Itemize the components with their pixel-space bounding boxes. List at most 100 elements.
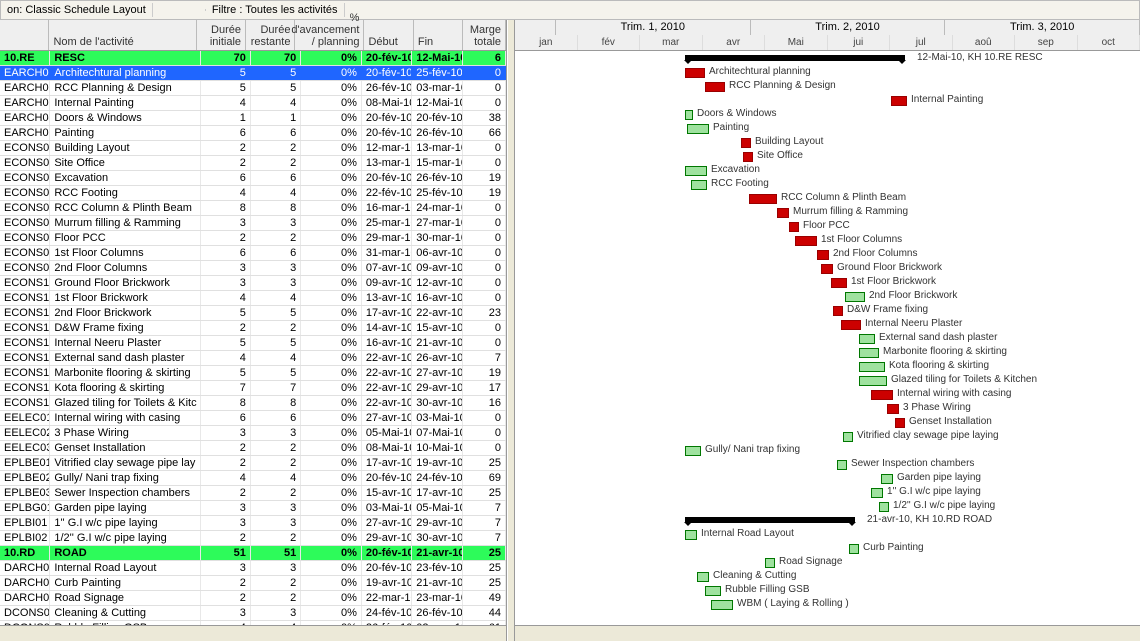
gantt-bar[interactable]	[891, 96, 907, 106]
table-row[interactable]: EARCH05Painting660%20-fév-1026-fév-1066	[0, 126, 506, 141]
table-row[interactable]: ECONS122nd Floor Brickwork550%17-avr-102…	[0, 306, 506, 321]
table-row[interactable]: EARCH01Architechtural planning550%20-fév…	[0, 66, 506, 81]
gantt-bar[interactable]	[817, 250, 829, 260]
gantt-bar[interactable]	[795, 236, 817, 246]
month-header: oct	[1078, 35, 1140, 50]
table-row[interactable]: ECONS03Excavation660%20-fév-1026-fév-101…	[0, 171, 506, 186]
table-row[interactable]: EARCH02RCC Planning & Design550%26-fév-1…	[0, 81, 506, 96]
table-row[interactable]: EELEC023 Phase Wiring330%05-Mai-1007-Mai…	[0, 426, 506, 441]
col-dr[interactable]: Durée restante	[246, 20, 295, 50]
gantt-bar[interactable]	[685, 68, 705, 78]
col-marge[interactable]: Marge totale	[463, 20, 506, 50]
h-scrollbar-right[interactable]	[515, 625, 1140, 641]
table-row[interactable]: ECONS13D&W Frame fixing220%14-avr-1015-a…	[0, 321, 506, 336]
gantt-label: Internal Painting	[911, 93, 983, 107]
table-row[interactable]: EPLBE03Sewer Inspection chambers220%15-a…	[0, 486, 506, 501]
gantt-bar[interactable]	[831, 278, 847, 288]
table-row[interactable]: EELEC03Genset Installation220%08-Mai-101…	[0, 441, 506, 456]
gantt-bar[interactable]	[743, 152, 753, 162]
gantt-bar[interactable]	[705, 586, 721, 596]
table-row[interactable]: ECONS04RCC Footing440%22-fév-1025-fév-10…	[0, 186, 506, 201]
gantt-bar[interactable]	[859, 376, 887, 386]
table-row[interactable]: ECONS10Ground Floor Brickwork330%09-avr-…	[0, 276, 506, 291]
gantt-bar[interactable]	[843, 432, 853, 442]
col-fin[interactable]: Fin	[414, 20, 463, 50]
table-row[interactable]: ECONS06Murrum filling & Ramming330%25-ma…	[0, 216, 506, 231]
gantt-label: Road Signage	[779, 555, 842, 569]
gantt-bar[interactable]	[777, 208, 789, 218]
gantt-bar[interactable]	[845, 292, 865, 302]
table-row[interactable]: ECONS05RCC Column & Plinth Beam880%16-ma…	[0, 201, 506, 216]
gantt-bar[interactable]	[789, 222, 799, 232]
gantt-bar[interactable]	[711, 600, 733, 610]
table-row[interactable]: EARCH03Internal Painting440%08-Mai-1012-…	[0, 96, 506, 111]
gantt-label: Kota flooring & skirting	[889, 359, 989, 373]
gantt-bar[interactable]	[879, 502, 889, 512]
gantt-label: Internal Road Layout	[701, 527, 794, 541]
gantt-bar[interactable]	[849, 544, 859, 554]
table-row[interactable]: ECONS111st Floor Brickwork440%13-avr-101…	[0, 291, 506, 306]
col-debut[interactable]: Début	[364, 20, 413, 50]
gantt-bar[interactable]	[697, 572, 709, 582]
table-row[interactable]: ECONS081st Floor Columns660%31-mar-1006-…	[0, 246, 506, 261]
table-row[interactable]: ECONS07Floor PCC220%29-mar-1030-mar-100	[0, 231, 506, 246]
gantt-label: Sewer Inspection chambers	[851, 457, 974, 471]
table-row[interactable]: ECONS092nd Floor Columns330%07-avr-1009-…	[0, 261, 506, 276]
table-row[interactable]: 10.RDROAD51510%20-fév-1021-avr-1025	[0, 546, 506, 561]
gantt-label: External sand dash plaster	[879, 331, 997, 345]
table-row[interactable]: DARCH02Curb Painting220%19-avr-1021-avr-…	[0, 576, 506, 591]
table-row[interactable]: EPLBE02Gully/ Nani trap fixing440%20-fév…	[0, 471, 506, 486]
gantt-bar[interactable]	[821, 264, 833, 274]
gantt-bar[interactable]	[685, 166, 707, 176]
gantt-bar[interactable]	[859, 334, 875, 344]
table-row[interactable]: ECONS14Internal Neeru Plaster550%16-avr-…	[0, 336, 506, 351]
gantt-bar[interactable]	[881, 474, 893, 484]
table-row[interactable]: EARCH04Doors & Windows110%20-fév-1020-fé…	[0, 111, 506, 126]
table-row[interactable]: EELEC01Internal wiring with casing660%27…	[0, 411, 506, 426]
gantt-bar[interactable]	[687, 124, 709, 134]
table-row[interactable]: ECONS16Marbonite flooring & skirting550%…	[0, 366, 506, 381]
table-row[interactable]: 10.RERESC70700%20-fév-1012-Mai-106	[0, 51, 506, 66]
table-row[interactable]: ECONS02Site Office220%13-mar-1015-mar-10…	[0, 156, 506, 171]
gantt-bar[interactable]	[685, 110, 693, 120]
table-row[interactable]: ECONS15External sand dash plaster440%22-…	[0, 351, 506, 366]
table-row[interactable]: ECONS01Building Layout220%12-mar-1013-ma…	[0, 141, 506, 156]
table-row[interactable]: DARCH03Road Signage220%22-mar-1023-mar-1…	[0, 591, 506, 606]
gantt-bar[interactable]	[859, 348, 879, 358]
h-scrollbar-left[interactable]	[0, 625, 506, 641]
col-name[interactable]: Nom de l'activité	[49, 20, 196, 50]
table-row[interactable]: ECONS17Kota flooring & skirting770%22-av…	[0, 381, 506, 396]
gantt-label: Internal Neeru Plaster	[865, 317, 962, 331]
gantt-bar[interactable]	[841, 320, 861, 330]
gantt-bar[interactable]	[685, 530, 697, 540]
col-id[interactable]	[0, 20, 49, 50]
gantt-bar[interactable]	[859, 362, 885, 372]
table-row[interactable]: ECONS18Glazed tiling for Toilets & Kitc8…	[0, 396, 506, 411]
gantt-bar[interactable]	[691, 180, 707, 190]
gantt-bar[interactable]	[895, 418, 905, 428]
gantt-bar[interactable]	[833, 306, 843, 316]
col-di[interactable]: Durée initiale	[197, 20, 246, 50]
gantt-chart[interactable]: 12-Mai-10, KH 10.RE RESCArchitechtural p…	[515, 51, 1140, 625]
gantt-label: 1st Floor Brickwork	[851, 275, 936, 289]
month-header: mar	[640, 35, 703, 50]
gantt-bar[interactable]	[765, 558, 775, 568]
gantt-bar[interactable]	[871, 488, 883, 498]
table-row[interactable]: EPLBG01Garden pipe laying330%03-Mai-1005…	[0, 501, 506, 516]
gantt-bar[interactable]	[871, 390, 893, 400]
gantt-bar[interactable]	[685, 446, 701, 456]
gantt-bar[interactable]	[837, 460, 847, 470]
splitter[interactable]	[507, 20, 515, 641]
table-body[interactable]: 10.RERESC70700%20-fév-1012-Mai-106EARCH0…	[0, 51, 506, 625]
table-row[interactable]: EPLBI021/2'' G.I w/c pipe laying220%29-a…	[0, 531, 506, 546]
col-pct[interactable]: % d'avancement / planning	[295, 20, 364, 50]
table-row[interactable]: DCONS01Cleaning & Cutting330%24-fév-1026…	[0, 606, 506, 621]
table-row[interactable]: DARCH01Internal Road Layout330%20-fév-10…	[0, 561, 506, 576]
gantt-bar[interactable]	[705, 82, 725, 92]
table-row[interactable]: EPLBI011'' G.I w/c pipe laying330%27-avr…	[0, 516, 506, 531]
gantt-bar[interactable]	[749, 194, 777, 204]
gantt-bar[interactable]	[741, 138, 751, 148]
table-row[interactable]: EPLBE01Vitrified clay sewage pipe lay220…	[0, 456, 506, 471]
layout-indicator[interactable]: on: Classic Schedule Layout	[1, 3, 153, 17]
gantt-bar[interactable]	[887, 404, 899, 414]
